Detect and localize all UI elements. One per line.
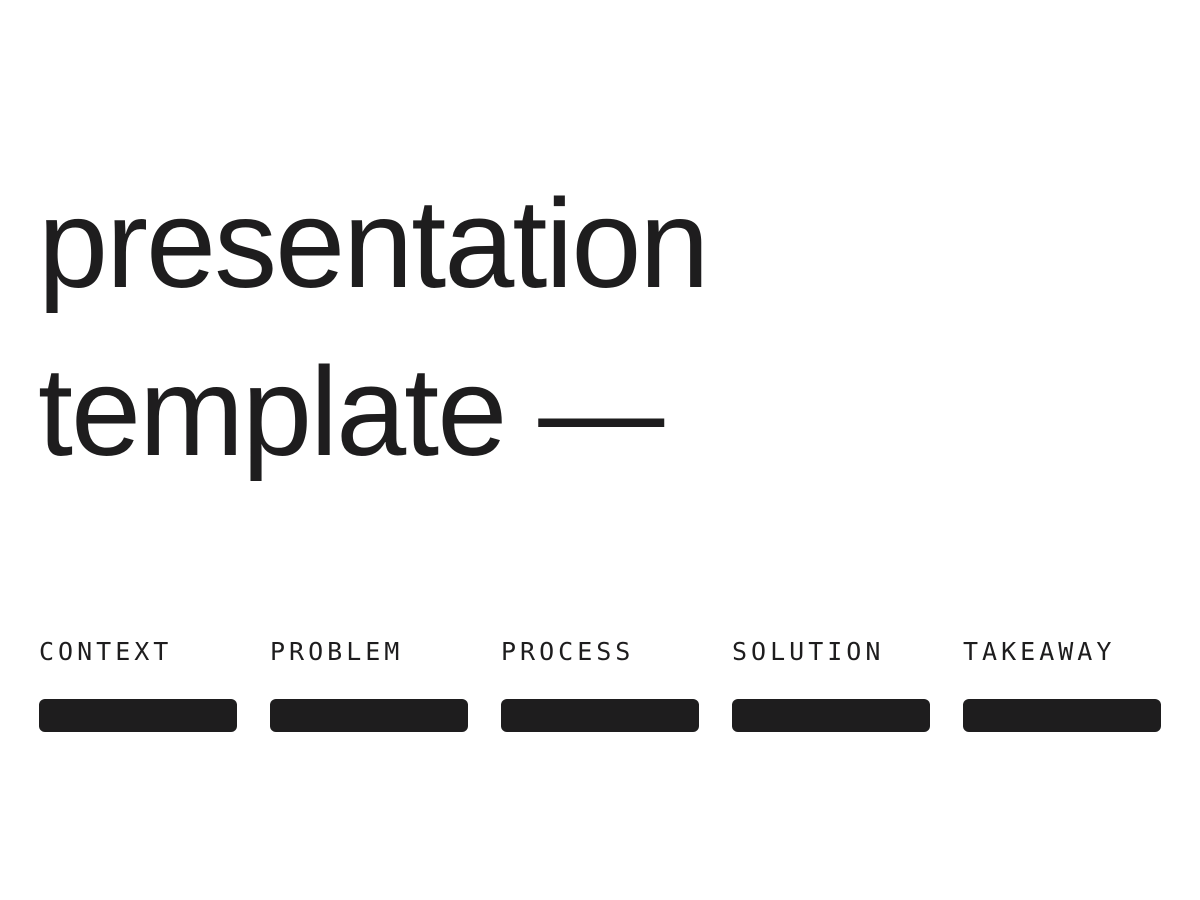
slide-title: presentation template — <box>38 160 709 496</box>
section-label: SOLUTION <box>732 637 885 666</box>
section-navigation: CONTEXT PROBLEM PROCESS SOLUTION TAKEAWA… <box>39 634 1161 732</box>
section-label: PROBLEM <box>270 637 404 666</box>
section-takeaway[interactable]: TAKEAWAY <box>963 634 1161 732</box>
section-label: TAKEAWAY <box>963 637 1116 666</box>
section-label: CONTEXT <box>39 637 173 666</box>
section-progress-bar[interactable] <box>732 699 930 732</box>
section-solution[interactable]: SOLUTION <box>732 634 930 732</box>
slide-title-line-2: template — <box>38 341 664 482</box>
section-progress-bar[interactable] <box>39 699 237 732</box>
section-progress-bar[interactable] <box>501 699 699 732</box>
slide: presentation template — CONTEXT PROBLEM … <box>0 0 1200 900</box>
slide-title-line-1: presentation <box>38 173 709 314</box>
section-label: PROCESS <box>501 637 635 666</box>
section-process[interactable]: PROCESS <box>501 634 699 732</box>
section-problem[interactable]: PROBLEM <box>270 634 468 732</box>
section-progress-bar[interactable] <box>270 699 468 732</box>
section-context[interactable]: CONTEXT <box>39 634 237 732</box>
section-progress-bar[interactable] <box>963 699 1161 732</box>
